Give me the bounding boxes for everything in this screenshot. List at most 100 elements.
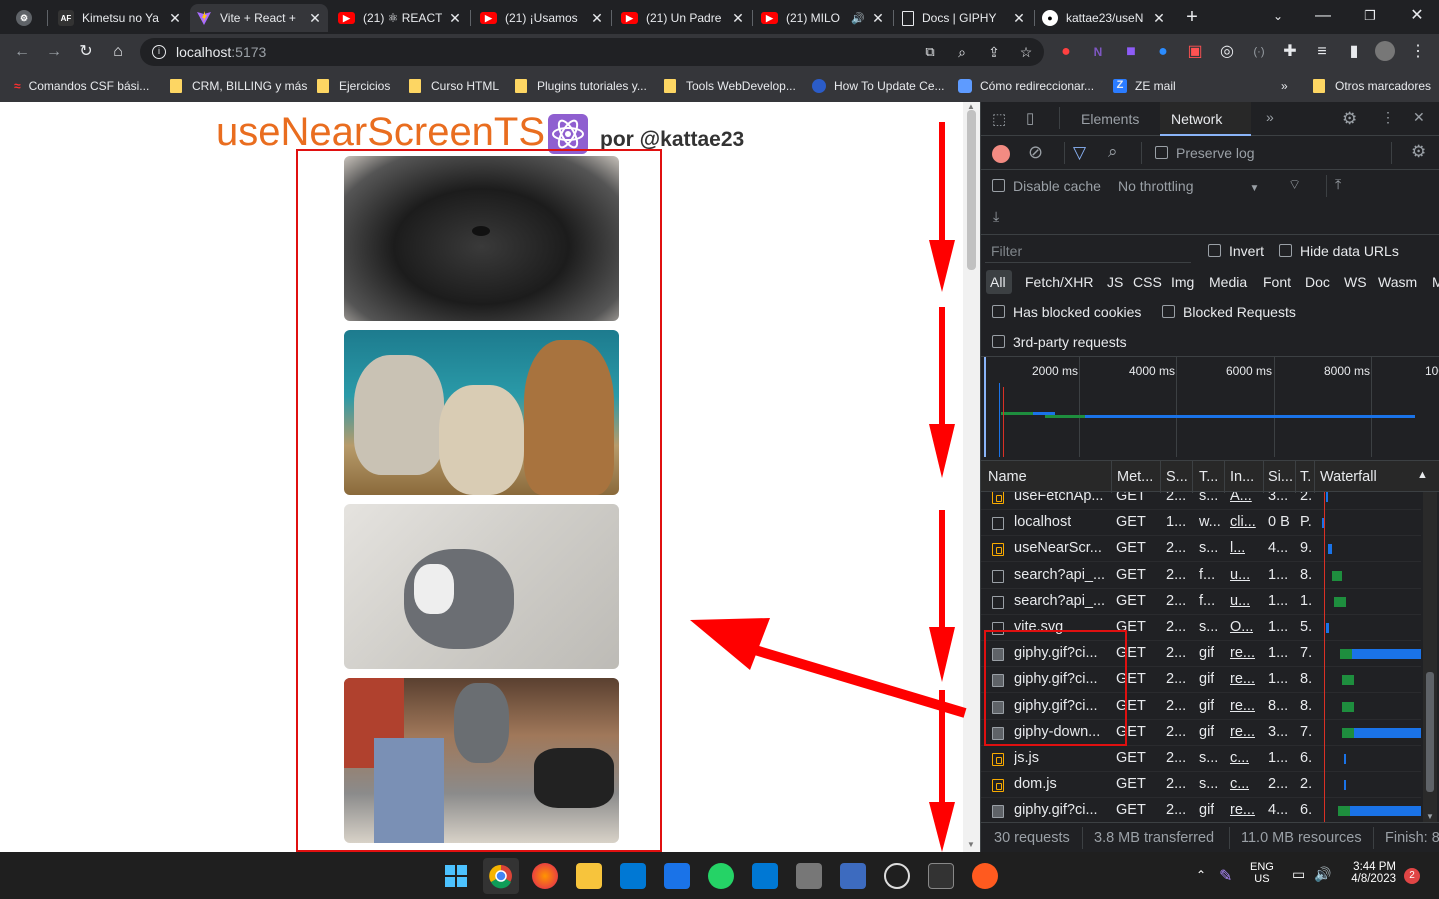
timeline-overview[interactable]: 2000 ms 4000 ms 6000 ms 8000 ms 100 [981, 357, 1439, 457]
export-har-icon[interactable]: ⤓ [993, 208, 999, 225]
tab-chatgpt[interactable]: ⚙ [10, 4, 46, 32]
tab-vite-react[interactable]: Vite + React + ✕ [190, 4, 328, 32]
tab-giphy-docs[interactable]: Docs | GIPHY ✕ [896, 4, 1032, 32]
extension-radio-icon[interactable]: (·) [1249, 42, 1269, 62]
new-tab-button[interactable]: + [1182, 7, 1202, 27]
more-options-icon[interactable]: ⋮ [1381, 109, 1395, 126]
table-row[interactable]: search?api_... GET 2... f... u... 1... 1. [981, 589, 1421, 615]
filter-doc[interactable]: Doc [1305, 274, 1330, 290]
col-method[interactable]: Met... [1117, 469, 1153, 485]
has-blocked-cookies-checkbox[interactable]: Has blocked cookies [992, 304, 1141, 320]
tab-youtube-react[interactable]: ▶ (21) ⚛ REACT ✕ [332, 4, 468, 32]
col-type[interactable]: T... [1199, 469, 1218, 485]
network-settings-icon[interactable]: ⚙ [1411, 142, 1426, 162]
filter-font[interactable]: Font [1263, 274, 1291, 290]
close-tab-icon[interactable]: ✕ [590, 10, 604, 27]
tray-chevron-icon[interactable]: ⌃ [1196, 868, 1206, 882]
bookmark-how-to-update[interactable]: How To Update Ce... [812, 77, 945, 95]
clock[interactable]: 3:44 PM 4/8/2023 [1340, 861, 1396, 885]
filter-icon[interactable]: ▽ [1073, 143, 1086, 163]
request-initiator[interactable]: re... [1230, 671, 1255, 687]
request-initiator[interactable]: u... [1230, 593, 1250, 609]
page-scrollbar[interactable]: ▲ ▼ [963, 102, 980, 852]
request-initiator[interactable]: re... [1230, 645, 1255, 661]
request-initiator[interactable]: l... [1230, 540, 1245, 556]
pen-tray-icon[interactable]: ✎ [1219, 866, 1232, 886]
close-tab-icon[interactable]: ✕ [448, 10, 462, 27]
request-initiator[interactable]: re... [1230, 724, 1255, 740]
notification-badge[interactable]: 2 [1404, 868, 1420, 884]
other-bookmarks[interactable]: Otros marcadores [1313, 77, 1431, 95]
col-time[interactable]: T. [1300, 469, 1311, 485]
disable-cache-checkbox[interactable]: Disable cache [992, 178, 1101, 194]
obs-icon[interactable] [884, 863, 910, 889]
filter-media[interactable]: Media [1209, 274, 1247, 290]
filter-input[interactable]: Filter [985, 239, 1191, 263]
request-initiator[interactable]: re... [1230, 698, 1255, 714]
table-row[interactable]: localhost GET 1... w... cli... 0 B P. [981, 510, 1421, 537]
bookmark-tools[interactable]: Tools WebDevelop... [664, 77, 796, 95]
device-toolbar-icon[interactable]: ▯ [1026, 109, 1034, 127]
more-tabs-icon[interactable]: » [1266, 109, 1274, 125]
info-icon[interactable]: i [152, 45, 166, 59]
clear-icon[interactable]: ⊘ [1028, 142, 1043, 163]
import-har-icon[interactable]: ⤒ [1335, 176, 1341, 193]
tab-search-icon[interactable]: ⌄ [1268, 6, 1288, 26]
reload-button[interactable]: ↻ [76, 42, 96, 62]
share-icon[interactable]: ⇪ [984, 42, 1004, 62]
terminal-icon[interactable] [928, 863, 954, 889]
mail-icon[interactable] [664, 863, 690, 889]
extension-ring-icon[interactable]: ◎ [1217, 42, 1237, 62]
address-bar[interactable]: i localhost:5173 ⧉ ⌕ ⇪ ☆ [140, 38, 1044, 66]
throttling-select[interactable]: No throttling ▼ [1118, 178, 1259, 194]
minimize-button[interactable]: — [1313, 6, 1333, 26]
close-tab-icon[interactable]: ✕ [731, 10, 745, 27]
chrome-taskbar-icon[interactable] [483, 858, 519, 894]
file-explorer-icon[interactable] [576, 863, 602, 889]
close-window-button[interactable]: ✕ [1407, 6, 1427, 26]
filter-all[interactable]: All [990, 274, 1006, 290]
record-button[interactable] [992, 145, 1010, 163]
speaker-icon[interactable]: 🔊 [851, 12, 865, 25]
tab-github[interactable]: ● kattae23/useN ✕ [1036, 4, 1172, 32]
firefox-icon[interactable] [532, 863, 558, 889]
home-button[interactable]: ⌂ [108, 42, 128, 62]
close-tab-icon[interactable]: ✕ [871, 10, 885, 27]
filter-manifest[interactable]: M [1432, 274, 1439, 290]
col-status[interactable]: S... [1166, 469, 1188, 485]
close-tab-icon[interactable]: ✕ [308, 10, 322, 27]
search-icon[interactable]: ⌕ [1108, 142, 1118, 162]
filter-wasm[interactable]: Wasm [1378, 274, 1417, 290]
settings-gear-icon[interactable]: ⚙ [1342, 109, 1357, 129]
vscode-icon[interactable] [752, 863, 778, 889]
restore-button[interactable]: ❐ [1360, 6, 1380, 26]
request-initiator[interactable]: O... [1230, 619, 1253, 635]
bookmark-ze-mail[interactable]: Z ZE mail [1113, 77, 1176, 95]
scroll-down-icon[interactable]: ▼ [967, 840, 975, 849]
bookmarks-overflow-button[interactable]: » [1281, 77, 1288, 95]
whatsapp-icon[interactable] [708, 863, 734, 889]
close-tab-icon[interactable]: ✕ [1012, 10, 1026, 27]
tab-youtube-usamos[interactable]: ▶ (21) ¡Usamos ✕ [474, 4, 610, 32]
pen-app-icon[interactable] [972, 863, 998, 889]
bookmark-redireccionar[interactable]: Cómo redireccionar... [958, 77, 1094, 95]
table-scroll-down-icon[interactable]: ▼ [1426, 812, 1434, 821]
close-tab-icon[interactable]: ✕ [168, 10, 182, 27]
windows-start-icon[interactable] [443, 863, 469, 889]
third-party-checkbox[interactable]: 3rd-party requests [992, 334, 1127, 350]
filter-img[interactable]: Img [1171, 274, 1194, 290]
extensions-puzzle-icon[interactable]: ✚ [1280, 42, 1300, 62]
forward-button[interactable]: → [44, 42, 64, 62]
filter-js[interactable]: JS [1107, 274, 1123, 290]
extension-gift-icon[interactable]: ▣ [1185, 42, 1205, 62]
col-size[interactable]: Si... [1268, 469, 1293, 485]
request-initiator[interactable]: c... [1230, 750, 1249, 766]
table-row[interactable]: dom.js GET 2... s... c... 2... 2. [981, 772, 1421, 799]
table-scrollbar[interactable]: ▼ [1423, 492, 1437, 822]
filter-fetch-xhr[interactable]: Fetch/XHR [1025, 274, 1093, 290]
bookmark-ejercicios[interactable]: Ejercicios [317, 77, 390, 95]
table-row[interactable]: js.js GET 2... s... c... 1... 6. [981, 746, 1421, 772]
bookmark-crm[interactable]: CRM, BILLING y más [170, 77, 307, 95]
request-initiator[interactable]: c... [1230, 776, 1249, 792]
back-button[interactable]: ← [12, 42, 32, 62]
